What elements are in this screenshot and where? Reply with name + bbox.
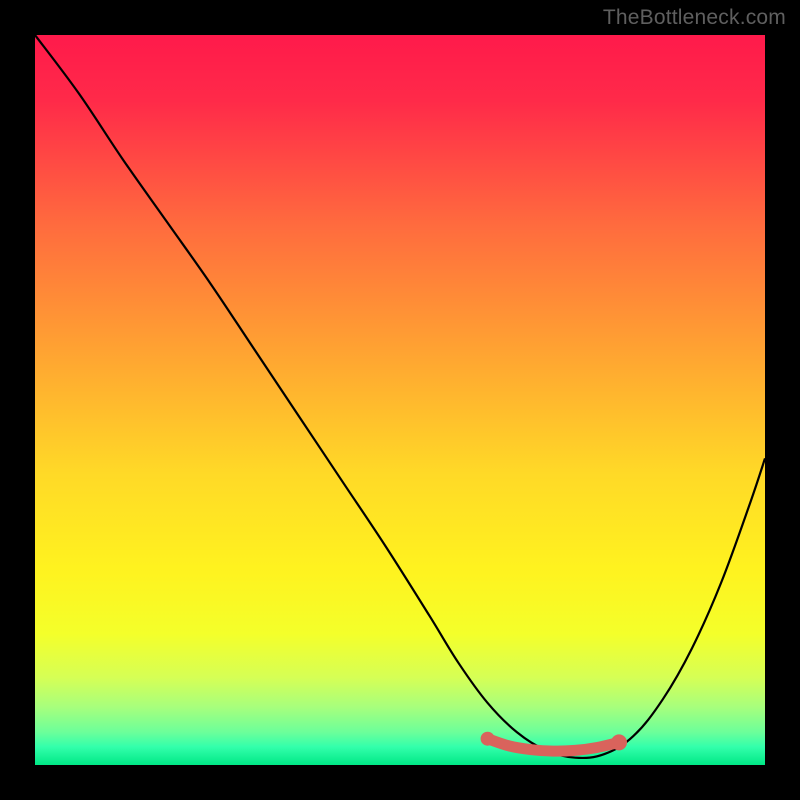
bottleneck-curve (35, 35, 765, 765)
plot-area (35, 35, 765, 765)
optimal-range-endpoint (611, 734, 627, 750)
optimal-range-markers (481, 732, 627, 751)
chart-frame: TheBottleneck.com (0, 0, 800, 800)
optimal-range-endpoint (481, 732, 495, 746)
curve-line (35, 35, 765, 758)
optimal-range-line (488, 739, 619, 751)
watermark-text: TheBottleneck.com (603, 6, 786, 30)
